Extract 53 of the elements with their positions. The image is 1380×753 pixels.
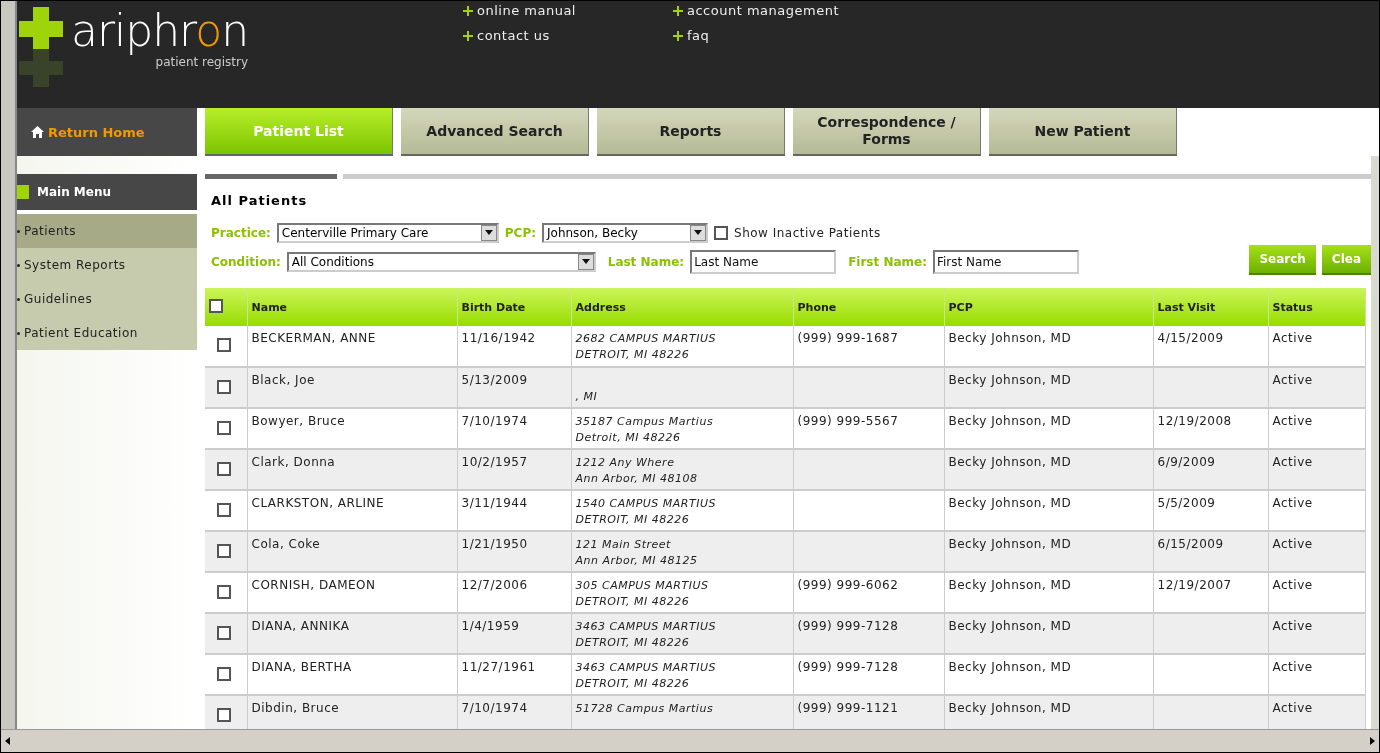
nav-tab[interactable]: Correspondence / Forms — [793, 108, 981, 156]
practice-select[interactable]: Centerville Primary Care — [276, 222, 499, 243]
checkbox[interactable] — [217, 338, 231, 352]
page-title: All Patients — [211, 193, 309, 208]
nav-tab[interactable]: Reports — [597, 108, 785, 156]
sidebar-item[interactable]: System Reports — [17, 248, 197, 282]
field-label: Last Name: — [607, 254, 685, 269]
return-home-link[interactable]: Return Home — [17, 108, 197, 156]
pcp-select[interactable]: Johnson, Becky — [542, 222, 709, 243]
checkbox[interactable] — [217, 667, 231, 681]
home-icon — [31, 126, 44, 138]
main-menu-title: Main Menu — [17, 174, 197, 214]
first-name-field[interactable]: First Name — [933, 249, 1079, 274]
plus-icon — [463, 5, 473, 16]
field-label: Practice: — [211, 225, 271, 240]
checkbox[interactable] — [714, 225, 729, 240]
cross-logo-icon — [19, 7, 63, 87]
checkbox-label: Show Inactive Patients — [734, 225, 881, 240]
header-link[interactable]: online manual — [463, 3, 673, 18]
checkbox[interactable] — [217, 421, 231, 435]
condition-select[interactable]: All Conditions — [286, 251, 596, 272]
plus-icon — [463, 30, 473, 41]
checkbox[interactable] — [217, 626, 231, 640]
last-name-field[interactable]: Last Name — [690, 249, 837, 274]
checkbox[interactable] — [217, 503, 231, 517]
column-header[interactable]: Phone — [793, 288, 944, 326]
checkbox[interactable] — [217, 380, 231, 394]
sidebar-item[interactable]: Patient Education — [17, 316, 197, 350]
column-header[interactable]: Address — [571, 288, 793, 326]
column-header[interactable]: PCP — [944, 288, 1153, 326]
nav-tab[interactable]: New Patient — [989, 108, 1177, 156]
column-header[interactable]: Status — [1268, 288, 1365, 326]
checkbox[interactable] — [209, 298, 223, 313]
field-label: PCP: — [504, 225, 537, 240]
logo-tagline: patient registry — [155, 55, 249, 69]
plus-icon — [673, 30, 683, 41]
checkbox[interactable] — [217, 544, 231, 558]
logo-wordmark: ariphron — [71, 7, 249, 55]
field-label: First Name: — [848, 254, 927, 269]
header-link[interactable]: account management — [673, 3, 883, 18]
header-link[interactable]: contact us — [463, 28, 673, 43]
field-label: Condition: — [211, 254, 281, 269]
header-link[interactable]: faq — [673, 28, 883, 43]
sidebar-item[interactable]: Patients — [17, 214, 197, 248]
column-header[interactable]: Name — [247, 288, 457, 326]
nav-tab[interactable]: Advanced Search — [401, 108, 589, 156]
plus-icon — [673, 5, 683, 16]
sidebar-item[interactable]: Guidelines — [17, 282, 197, 316]
checkbox[interactable] — [217, 708, 231, 722]
checkbox[interactable] — [217, 462, 231, 476]
column-header[interactable]: Last Visit — [1153, 288, 1268, 326]
column-header[interactable]: Birth Date — [457, 288, 571, 326]
checkbox[interactable] — [217, 585, 231, 599]
